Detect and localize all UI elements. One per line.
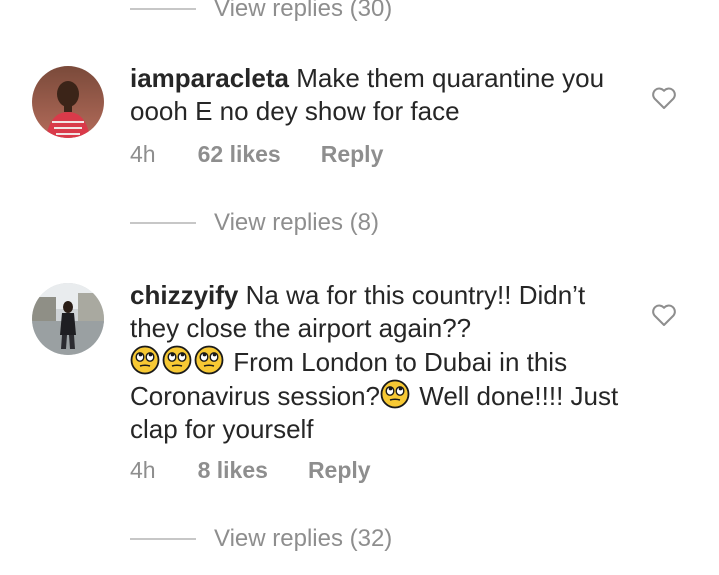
reply-button[interactable]: Reply [321,141,384,168]
comment-meta: 4h 8 likes Reply [130,457,371,484]
comment-likes[interactable]: 8 likes [198,457,268,484]
view-replies-top[interactable]: View replies (30) [130,0,392,24]
heart-outline-icon[interactable] [651,86,677,110]
rolling-eyes-emoji-icon [194,345,224,375]
comment-time: 4h [130,457,156,483]
rolling-eyes-emoji-icon [380,379,410,409]
comment-username[interactable]: chizzyify [130,280,238,310]
avatar-photo-icon [32,66,104,138]
rolling-eyes-emoji-icon [130,345,160,375]
view-replies-label: View replies (32) [214,525,393,552]
emoji-group [380,379,412,409]
avatar[interactable] [32,66,104,138]
avatar[interactable] [32,283,104,355]
rolling-eyes-emoji-icon [162,345,192,375]
view-replies-label: View replies (30) [214,0,393,22]
comment-body: chizzyify Na wa for this country!! Didn’… [130,279,620,446]
emoji-group [130,345,226,375]
reply-thread-line [130,538,196,540]
comment-likes[interactable]: 62 likes [198,141,281,168]
heart-outline-icon[interactable] [651,303,677,327]
view-replies-button[interactable]: View replies (8) [130,208,379,238]
view-replies-button[interactable]: View replies (32) [130,524,392,554]
avatar-photo-icon [32,283,104,355]
view-replies-label: View replies (8) [214,209,379,236]
comment-username[interactable]: iamparacleta [130,63,289,93]
comment-meta: 4h 62 likes Reply [130,141,383,168]
reply-thread-line [130,8,196,10]
comment-body: iamparacleta Make them quarantine you oo… [130,62,620,128]
reply-thread-line [130,222,196,224]
comment-time: 4h [130,141,156,167]
reply-button[interactable]: Reply [308,457,371,484]
